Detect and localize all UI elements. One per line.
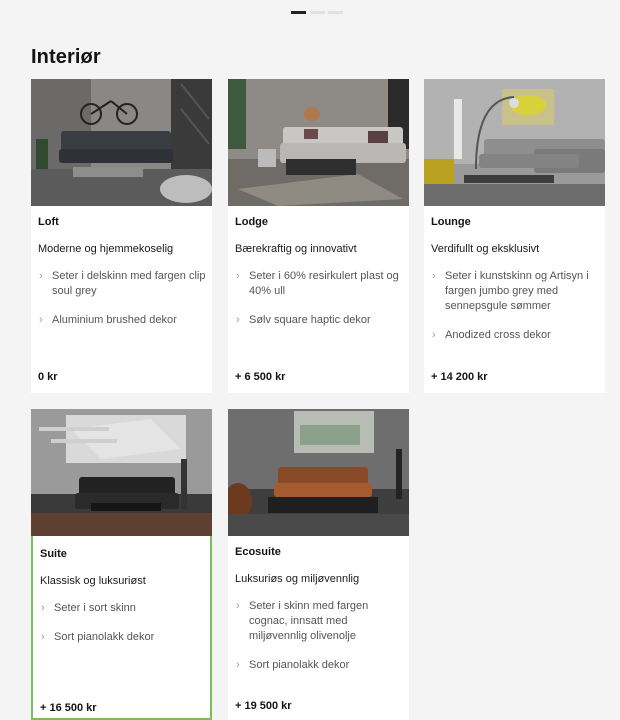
feature-item: › Sort pianolakk dekor: [235, 658, 403, 673]
feature-item: › Aluminium brushed dekor: [38, 313, 206, 328]
pager-dot[interactable]: [310, 11, 325, 14]
feature-list: › Seter i delskinn med fargen clip soul g…: [38, 269, 206, 342]
interior-card-ecosuite[interactable]: Ecosuite Luksuriøs og miljøvennlig › Sete…: [228, 409, 409, 720]
interior-photo-lounge: [424, 79, 605, 206]
feature-item: › Seter i sort skinn: [40, 601, 208, 616]
feature-text: Sølv square haptic dekor: [249, 314, 371, 326]
feature-item: › Seter i 60% resirkulert plast og 40% ul…: [235, 269, 403, 299]
feature-item: › Seter i delskinn med fargen clip soul g…: [38, 269, 206, 299]
chevron-right-icon: ›: [41, 602, 45, 614]
chevron-right-icon: ›: [39, 270, 43, 282]
chevron-right-icon: ›: [236, 600, 240, 612]
feature-item: › Anodized cross dekor: [431, 328, 599, 343]
feature-text: Sort pianolakk dekor: [249, 659, 350, 671]
chevron-right-icon: ›: [236, 314, 240, 326]
feature-item: › Seter i skinn med fargen cognac, innsat…: [235, 599, 403, 644]
feature-list: › Seter i kunstskinn og Artisyn i fargen …: [431, 269, 599, 357]
chevron-right-icon: ›: [236, 659, 240, 671]
card-price: + 14 200 kr: [431, 371, 488, 383]
interior-photo-loft: [31, 79, 212, 206]
feature-text: Seter i delskinn med fargen clip soul gr…: [52, 270, 206, 297]
feature-item: › Sort pianolakk dekor: [40, 630, 208, 645]
card-price: + 16 500 kr: [40, 702, 97, 714]
chevron-right-icon: ›: [432, 329, 436, 341]
section-title: Interiør: [31, 46, 101, 68]
card-tagline: Luksuriøs og miljøvennlig: [235, 573, 360, 585]
feature-item: › Sølv square haptic dekor: [235, 313, 403, 328]
card-price: 0 kr: [38, 371, 58, 383]
feature-list: › Seter i sort skinn › Sort pianolakk deko…: [40, 601, 208, 659]
feature-list: › Seter i 60% resirkulert plast og 40% ul…: [235, 269, 403, 342]
interior-photo-suite: [31, 409, 212, 536]
card-title: Lodge: [235, 216, 268, 228]
feature-text: Seter i 60% resirkulert plast og 40% ull: [249, 270, 399, 297]
card-price: + 19 500 kr: [235, 700, 292, 712]
interior-card-lodge[interactable]: Lodge Bærekraftig og innovativt › Seter i…: [228, 79, 409, 393]
feature-text: Seter i sort skinn: [54, 602, 136, 614]
card-price: + 6 500 kr: [235, 371, 286, 383]
interior-photo-lodge: [228, 79, 409, 206]
carousel-pager: [0, 11, 620, 15]
feature-item: › Seter i kunstskinn og Artisyn i fargen …: [431, 269, 599, 314]
interior-card-suite[interactable]: Suite Klassisk og luksuriøst › Seter i so…: [31, 409, 212, 720]
feature-text: Anodized cross dekor: [445, 329, 551, 341]
chevron-right-icon: ›: [236, 270, 240, 282]
pager-dot-active[interactable]: [291, 11, 306, 14]
interior-card-lounge[interactable]: Lounge Verdifullt og eksklusivt › Seter i…: [424, 79, 605, 393]
interior-card-loft[interactable]: Loft Moderne og hjemmekoselig › Seter i d…: [31, 79, 212, 393]
feature-text: Seter i kunstskinn og Artisyn i fargen j…: [445, 270, 589, 312]
card-tagline: Klassisk og luksuriøst: [40, 575, 146, 587]
chevron-right-icon: ›: [39, 314, 43, 326]
feature-text: Sort pianolakk dekor: [54, 631, 155, 643]
card-tagline: Moderne og hjemmekoselig: [38, 243, 174, 255]
chevron-right-icon: ›: [41, 631, 45, 643]
pager-dot[interactable]: [328, 11, 343, 14]
card-title: Suite: [40, 548, 67, 560]
chevron-right-icon: ›: [432, 270, 436, 282]
card-tagline: Verdifullt og eksklusivt: [431, 243, 540, 255]
card-title: Lounge: [431, 216, 471, 228]
card-title: Loft: [38, 216, 59, 228]
card-title: Ecosuite: [235, 546, 281, 558]
feature-text: Seter i skinn med fargen cognac, innsatt…: [249, 600, 369, 642]
interior-photo-ecosuite: [228, 409, 409, 536]
feature-list: › Seter i skinn med fargen cognac, innsat…: [235, 599, 403, 687]
feature-text: Aluminium brushed dekor: [52, 314, 177, 326]
card-tagline: Bærekraftig og innovativt: [235, 243, 357, 255]
